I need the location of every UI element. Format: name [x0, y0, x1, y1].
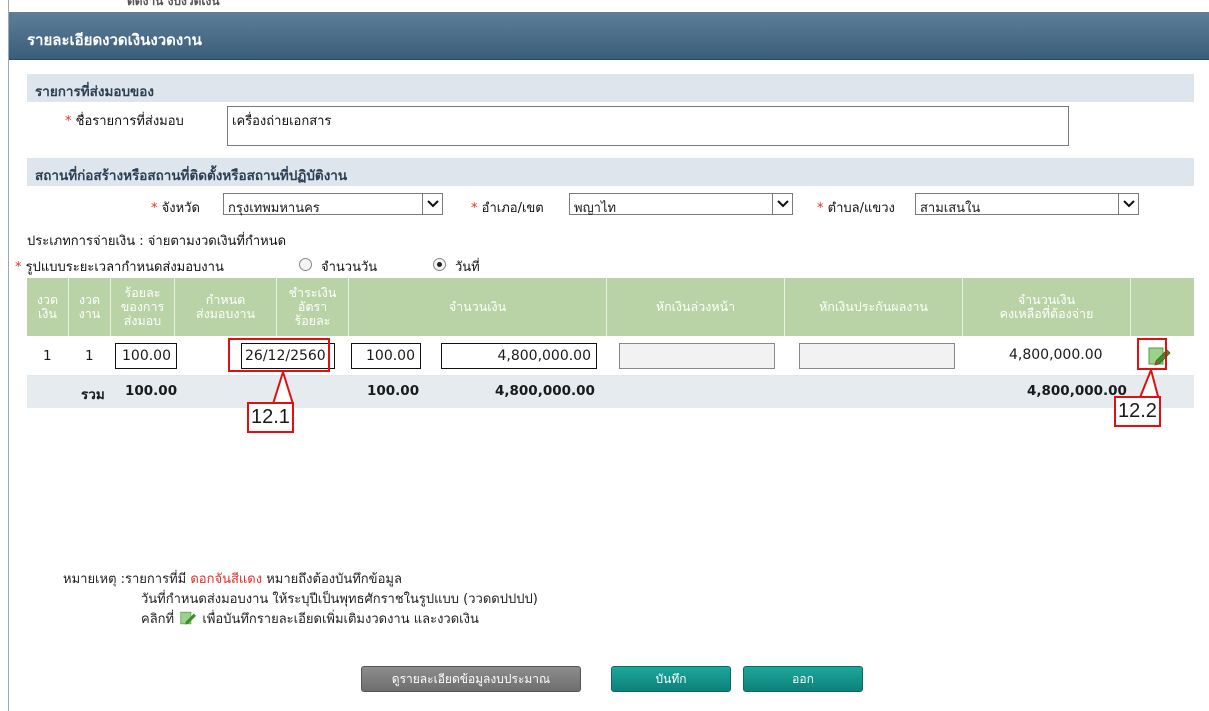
callout-box-12-1 [228, 338, 330, 372]
th-advance: หักเงินล่วงหน้า [607, 278, 785, 336]
totals-pay-percent: 100.00 [367, 383, 420, 399]
cell-work-period: 1 [85, 348, 94, 364]
radio-date-label: วันที่ [455, 260, 480, 275]
guarantee-input[interactable] [799, 343, 955, 369]
dialog-frame: ตดงาน งบงวดเงน รายละเอียดงวดเงินงวดงาน ร… [8, 0, 1209, 711]
th-due-date: กำหนด ส่งมอบงาน [175, 278, 277, 336]
item-name-input[interactable]: เครื่องถ่ายเอกสาร [227, 106, 1069, 146]
th-work-period: งวด งาน [69, 278, 111, 336]
table-row: 1 1 100.00 26/12/2560 100.00 4,800,000.0… [27, 336, 1194, 376]
totals-percent: 100.00 [125, 383, 178, 399]
payment-type-text: ประเภทการจ่ายเงิน : จ่ายตามงวดเงินที่กำห… [27, 234, 287, 249]
th-amount: จำนวนเงิน [349, 278, 607, 336]
section-location-title: สถานที่ก่อสร้างหรือสถานที่ติดตั้งหรือสถา… [35, 168, 348, 184]
exit-button[interactable]: ออก [743, 666, 863, 692]
th-percent: ร้อยละ ของการ ส่งมอบ [111, 278, 175, 336]
save-button[interactable]: บันทึก [611, 666, 731, 692]
totals-label: รวม [81, 387, 105, 403]
province-label: * จังหวัด [151, 201, 200, 216]
th-remaining: จำนวนเงิน คงเหลือที่ต้องจ่าย [963, 278, 1131, 336]
section-location-header: สถานที่ก่อสร้างหรือสถานที่ติดตั้งหรือสถา… [27, 158, 1194, 186]
callout-box-12-2 [1137, 338, 1167, 370]
district-select[interactable]: พญาไท [569, 193, 793, 216]
totals-row: รวม 100.00 100.00 4,800,000.00 4,800,000… [27, 376, 1194, 408]
chevron-down-icon [422, 194, 442, 214]
radio-days-label: จำนวนวัน [321, 260, 378, 275]
item-name-label: * ชื่อรายการที่ส่งมอบ [65, 114, 184, 129]
radio-days[interactable] [299, 258, 312, 271]
chevron-down-icon [772, 194, 792, 214]
dialog-title-bar: รายละเอียดงวดเงินงวดงาน [9, 12, 1209, 60]
edit-pencil-icon [178, 610, 198, 630]
district-label: * อำเภอ/เขต [471, 201, 544, 216]
cell-remaining: 4,800,000.00 [1009, 347, 1103, 363]
background-peek-text: ตดงาน งบงวดเงน [127, 0, 220, 8]
chevron-down-icon [1118, 194, 1138, 214]
callout-label-12-1: 12.1 [247, 402, 294, 433]
callout-label-12-2: 12.2 [1114, 396, 1161, 427]
th-guarantee: หักเงินประกันผลงาน [785, 278, 963, 336]
radio-date[interactable] [433, 258, 446, 271]
dialog-title: รายละเอียดงวดเงินงวดงาน [27, 31, 202, 49]
amount-input[interactable]: 4,800,000.00 [441, 343, 597, 369]
view-budget-button[interactable]: ดูรายละเอียดข้อมูลงบประมาณ [361, 666, 581, 692]
subdistrict-select[interactable]: สามเสนใน [915, 193, 1139, 216]
th-action [1131, 278, 1194, 336]
callout-pointer-12-1 [272, 370, 294, 404]
cell-money-period: 1 [43, 348, 52, 364]
percent-input[interactable]: 100.00 [115, 343, 177, 369]
th-pay-percent: ชำระเงิน อัตรา ร้อยละ [277, 278, 349, 336]
subdistrict-label: * ตำบล/แขวง [817, 201, 895, 216]
section-deliverables-header: รายการที่ส่งมอบของ [27, 74, 1194, 102]
advance-input[interactable] [619, 343, 775, 369]
totals-amount: 4,800,000.00 [495, 383, 595, 399]
th-money-period: งวด เงิน [27, 278, 69, 336]
note-line-2: วันที่กำหนดส่งมอบงาน ให้ระบุปีเป็นพุทธศั… [141, 592, 538, 607]
period-format-label: * รูปแบบระยะเวลากำหนดส่งมอบงาน [15, 260, 224, 275]
province-select[interactable]: กรุงเทพมหานคร [223, 193, 443, 216]
pay-percent-input[interactable]: 100.00 [351, 343, 421, 369]
note-line-3: คลิกที่ เพื่อบันทึกรายละเอียดเพิ่มเติมงว… [141, 608, 479, 630]
section-deliverables-title: รายการที่ส่งมอบของ [35, 84, 154, 100]
note-line-1: หมายเหตุ :รายการที่มี ดอกจันสีแดง หมายถึ… [63, 572, 402, 587]
table-header: งวด เงิน งวด งาน ร้อยละ ของการ ส่งมอบ กำ… [27, 278, 1194, 336]
